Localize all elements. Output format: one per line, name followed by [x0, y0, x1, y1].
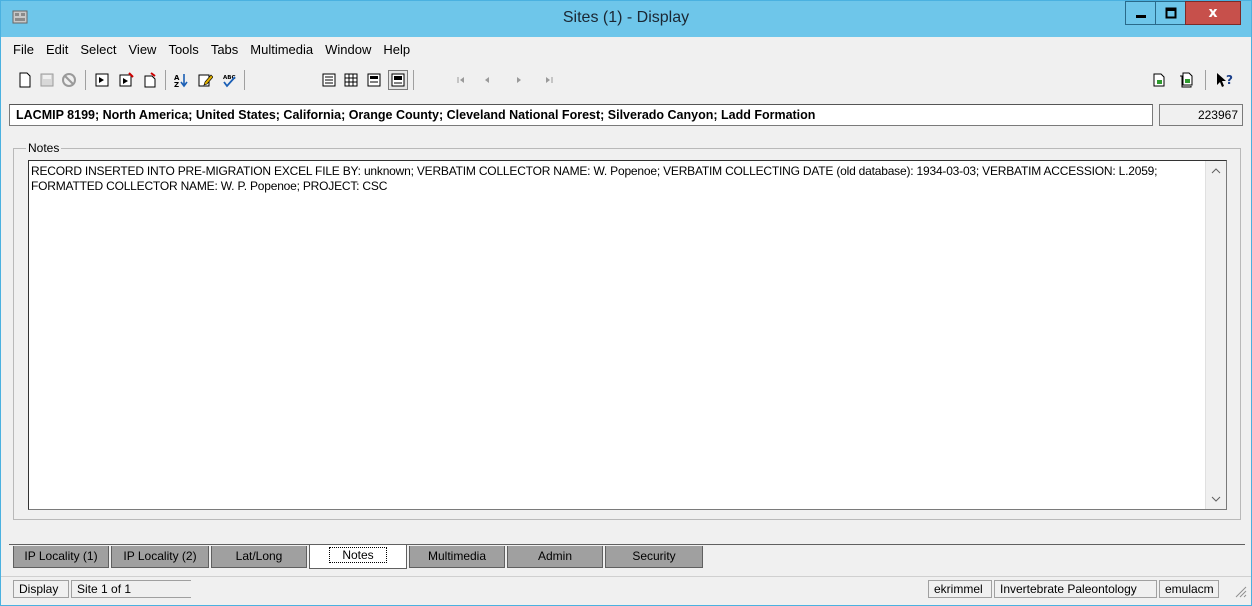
menu-select[interactable]: Select [74, 42, 122, 57]
list-view-icon [322, 73, 336, 87]
notes-scrollbar[interactable] [1205, 161, 1226, 509]
previous-record-icon [485, 77, 489, 83]
tab-label: Notes [329, 547, 387, 563]
query-result-icon [119, 72, 134, 87]
status-department: Invertebrate Paleontology [994, 580, 1157, 598]
sort-icon: AZ [174, 74, 188, 88]
minimize-button[interactable] [1125, 1, 1155, 25]
table-view-button[interactable] [341, 70, 361, 90]
toolbar-separator [413, 70, 414, 90]
save-icon [40, 73, 54, 87]
locality-summary: LACMIP 8199; North America; United State… [9, 104, 1153, 126]
tab-label: IP Locality (1) [24, 549, 98, 563]
tab-ip-locality-1[interactable]: IP Locality (1) [13, 546, 109, 568]
page-view-button[interactable] [364, 70, 384, 90]
context-help-icon: ? [1217, 73, 1233, 87]
tab-label: IP Locality (2) [123, 549, 197, 563]
title-bar: Sites (1) - Display x [1, 1, 1251, 37]
query-button[interactable] [92, 70, 112, 90]
window-title: Sites (1) - Display [562, 9, 690, 26]
details-view-button[interactable] [388, 70, 408, 90]
chevron-up-icon [1211, 168, 1221, 174]
status-mode: Display [13, 580, 69, 598]
menu-edit[interactable]: Edit [40, 42, 74, 57]
tab-admin[interactable]: Admin [507, 546, 603, 568]
tab-label: Multimedia [427, 549, 487, 563]
toolbar: AZ ABC ? [1, 64, 1251, 96]
record-irn: 223967 [1159, 104, 1243, 126]
previous-record-button[interactable] [477, 70, 497, 90]
close-icon: x [1208, 5, 1218, 21]
menu-view[interactable]: View [123, 42, 163, 57]
scroll-up-button[interactable] [1206, 161, 1226, 181]
sort-button[interactable]: AZ [171, 70, 191, 90]
edit-button[interactable] [195, 70, 215, 90]
menu-bar: File Edit Select View Tools Tabs Multime… [1, 38, 1251, 60]
tab-ip-locality-2[interactable]: IP Locality (2) [111, 546, 209, 568]
save-button[interactable] [37, 70, 57, 90]
toolbar-separator [1205, 70, 1206, 90]
maximize-icon [1165, 7, 1176, 19]
notes-text: RECORD INSERTED INTO PRE-MIGRATION EXCEL… [31, 164, 1158, 193]
tabs-baseline [9, 544, 1245, 545]
first-record-button[interactable] [451, 70, 471, 90]
first-record-icon [457, 77, 464, 83]
maximize-button[interactable] [1155, 1, 1185, 25]
query-icon [95, 73, 109, 87]
menu-help[interactable]: Help [377, 42, 416, 57]
resize-grip-icon[interactable] [1233, 584, 1247, 598]
tab-lat-long[interactable]: Lat/Long [211, 546, 307, 568]
notes-group-label: Notes [26, 141, 62, 155]
menu-tools[interactable]: Tools [162, 42, 204, 57]
query-result-button[interactable] [116, 70, 136, 90]
chevron-down-icon [1211, 496, 1221, 502]
append-button[interactable] [140, 70, 160, 90]
attach-icon [1153, 73, 1165, 87]
spell-check-icon: ABC [223, 75, 236, 88]
tab-notes[interactable]: Notes [309, 545, 407, 569]
tab-label: Security [632, 549, 676, 563]
tab-label: Lat/Long [235, 549, 283, 563]
status-user: ekrimmel [928, 580, 992, 598]
spell-check-button[interactable]: ABC [219, 70, 239, 90]
minimize-icon [1135, 15, 1146, 18]
application-window: Sites (1) - Display x File Edit Select V… [0, 0, 1252, 606]
menu-multimedia[interactable]: Multimedia [244, 42, 319, 57]
append-icon [144, 72, 156, 88]
menu-tabs[interactable]: Tabs [205, 42, 244, 57]
table-view-icon [344, 73, 358, 87]
page-view-icon [367, 73, 381, 87]
cancel-icon [62, 73, 76, 87]
last-record-icon [546, 77, 553, 83]
context-help-button[interactable]: ? [1215, 70, 1235, 90]
list-view-button[interactable] [319, 70, 339, 90]
next-record-button[interactable] [509, 70, 529, 90]
toolbar-separator [165, 70, 166, 90]
svg-text:?: ? [1226, 73, 1233, 87]
menu-window[interactable]: Window [319, 42, 377, 57]
cancel-button[interactable] [59, 70, 79, 90]
tab-security[interactable]: Security [605, 546, 703, 568]
attach-all-icon [1180, 72, 1193, 88]
close-button[interactable]: x [1185, 1, 1241, 25]
new-record-icon [19, 72, 31, 88]
toolbar-separator [244, 70, 245, 90]
tab-multimedia[interactable]: Multimedia [409, 546, 505, 568]
attach-button[interactable] [1149, 70, 1169, 90]
details-view-icon [391, 73, 405, 87]
tab-label: Admin [537, 549, 572, 563]
scroll-down-button[interactable] [1206, 489, 1226, 509]
status-record: Site 1 of 1 [71, 580, 191, 598]
next-record-icon [517, 77, 521, 83]
last-record-button[interactable] [539, 70, 559, 90]
edit-icon [198, 74, 213, 87]
status-server: emulacm [1159, 580, 1219, 598]
attach-all-button[interactable] [1176, 70, 1196, 90]
toolbar-separator [85, 70, 86, 90]
notes-textarea[interactable]: RECORD INSERTED INTO PRE-MIGRATION EXCEL… [28, 160, 1227, 510]
menu-file[interactable]: File [7, 42, 40, 57]
new-record-button[interactable] [15, 70, 35, 90]
status-bar: Display Site 1 of 1 ekrimmel Invertebrat… [1, 576, 1251, 600]
svg-text:Z: Z [174, 81, 179, 88]
